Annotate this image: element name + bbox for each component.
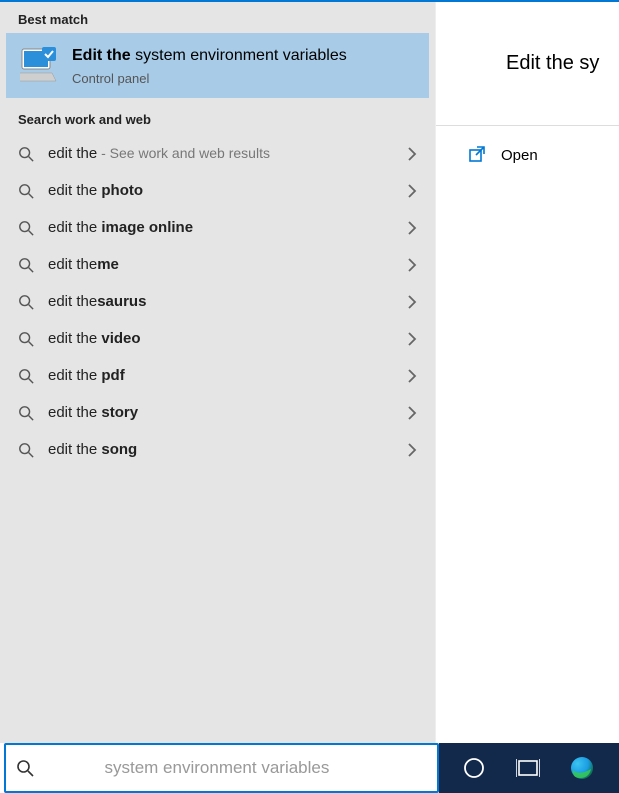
suggestion-bold: song [101, 441, 137, 458]
best-match-subtitle: Control panel [72, 71, 347, 86]
search-box[interactable]: edit the system environment variables [4, 743, 439, 793]
best-match-header: Best match [0, 2, 435, 33]
chevron-right-icon [407, 184, 417, 198]
preview-title: Edit the sy [436, 2, 619, 75]
suggestion-item[interactable]: edit the image online [6, 209, 429, 246]
open-icon [469, 146, 487, 164]
suggestion-bold: pdf [101, 367, 124, 384]
suggestion-prefix: edit the [48, 256, 97, 273]
best-match-title-bold: Edit the [72, 47, 131, 64]
suggestion-item[interactable]: edit the video [6, 320, 429, 357]
chevron-right-icon [407, 147, 417, 161]
search-icon [18, 368, 34, 384]
suggestion-prefix: edit the [48, 293, 97, 310]
suggestion-bold: story [101, 404, 138, 421]
suggestion-item[interactable]: edit the photo [6, 172, 429, 209]
suggestion-text: edit the song [48, 441, 393, 458]
suggestion-bold: image online [101, 219, 193, 236]
chevron-right-icon [407, 369, 417, 383]
best-match-result[interactable]: Edit the system environment variables Co… [6, 33, 429, 98]
suggestion-item[interactable]: edit the story [6, 394, 429, 431]
search-web-header: Search work and web [0, 102, 435, 133]
chevron-right-icon [407, 406, 417, 420]
chevron-right-icon [407, 332, 417, 346]
ghost-typed: edit the [44, 758, 105, 778]
search-icon [18, 331, 34, 347]
suggestion-prefix: edit the [48, 145, 97, 162]
suggestion-text: edit thesaurus [48, 293, 393, 310]
best-match-title: Edit the system environment variables [72, 45, 347, 67]
taskbar [439, 743, 619, 793]
suggestion-item[interactable]: edit the song [6, 431, 429, 468]
search-icon [16, 759, 34, 777]
search-icon [18, 405, 34, 421]
suggestion-prefix: edit the [48, 441, 101, 458]
open-label: Open [501, 147, 538, 164]
search-icon [18, 146, 34, 162]
suggestion-item[interactable]: edit thesaurus [6, 283, 429, 320]
search-icon [18, 257, 34, 273]
task-view-button[interactable] [511, 751, 545, 785]
search-icon [18, 183, 34, 199]
suggestion-text: edit theme [48, 256, 393, 273]
system-settings-icon [20, 45, 60, 85]
suggestion-hint: - See work and web results [97, 145, 270, 161]
best-match-text: Edit the system environment variables Co… [72, 45, 347, 86]
suggestion-bold: me [97, 256, 119, 273]
preview-pane: Edit the sy Open [435, 2, 619, 743]
search-icon [18, 442, 34, 458]
best-match-title-rest: system environment variables [131, 47, 347, 64]
suggestion-list: edit the - See work and web resultsedit … [0, 133, 435, 470]
chevron-right-icon [407, 221, 417, 235]
suggestion-prefix: edit the [48, 182, 101, 199]
chevron-right-icon [407, 443, 417, 457]
suggestion-text: edit the - See work and web results [48, 145, 393, 162]
results-pane: Best match Edit the system environment v… [0, 2, 435, 743]
suggestion-prefix: edit the [48, 404, 101, 421]
suggestion-bold: photo [101, 182, 143, 199]
suggestion-prefix: edit the [48, 330, 101, 347]
open-action[interactable]: Open [436, 126, 619, 164]
suggestion-text: edit the pdf [48, 367, 393, 384]
suggestion-prefix: edit the [48, 219, 101, 236]
ghost-completion: system environment variables [105, 758, 330, 778]
suggestion-item[interactable]: edit the pdf [6, 357, 429, 394]
search-flyout: Best match Edit the system environment v… [0, 0, 619, 743]
suggestion-prefix: edit the [48, 367, 101, 384]
suggestion-bold: video [101, 330, 140, 347]
suggestion-text: edit the story [48, 404, 393, 421]
taskbar-row: edit the system environment variables [0, 743, 619, 793]
chevron-right-icon [407, 258, 417, 272]
suggestion-text: edit the image online [48, 219, 393, 236]
suggestion-text: edit the photo [48, 182, 393, 199]
search-icon [18, 220, 34, 236]
suggestion-bold: saurus [97, 293, 146, 310]
edge-browser-button[interactable] [565, 751, 599, 785]
search-icon [18, 294, 34, 310]
suggestion-text: edit the video [48, 330, 393, 347]
suggestion-item[interactable]: edit the - See work and web results [6, 135, 429, 172]
cortana-button[interactable] [457, 751, 491, 785]
suggestion-item[interactable]: edit theme [6, 246, 429, 283]
chevron-right-icon [407, 295, 417, 309]
